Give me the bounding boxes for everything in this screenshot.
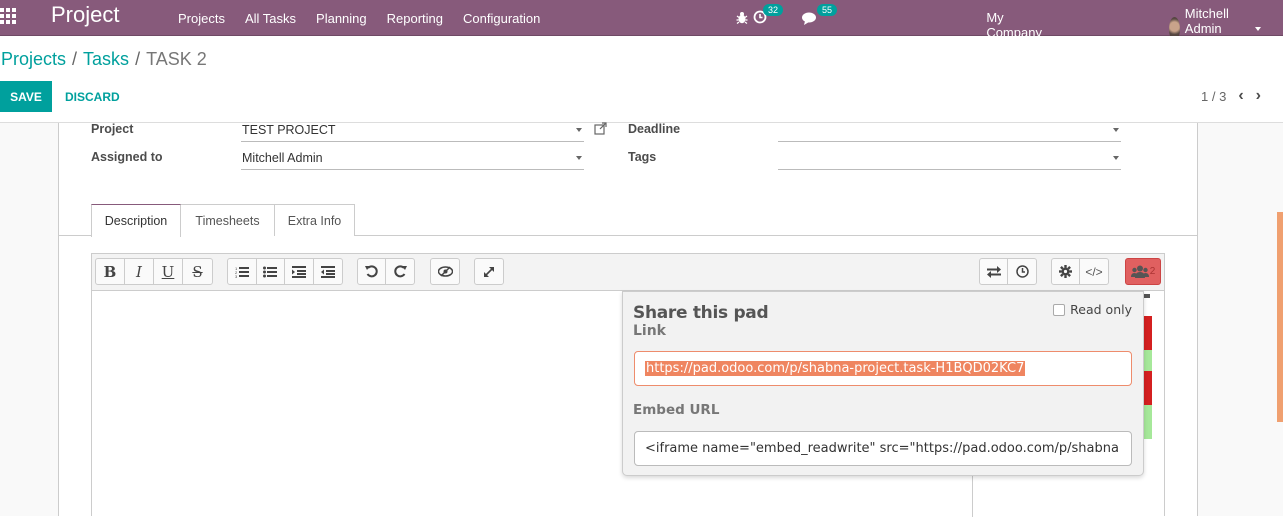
- breadcrumb-tasks[interactable]: Tasks: [83, 49, 129, 69]
- link-value: https://pad.odoo.com/p/shabna-project.ta…: [645, 361, 1026, 376]
- underline-icon[interactable]: U: [154, 259, 183, 284]
- menu-configuration[interactable]: Configuration: [463, 11, 540, 26]
- breadcrumb-separator: /: [135, 49, 141, 69]
- history-group: [357, 258, 415, 285]
- strikethrough-icon[interactable]: S: [183, 259, 212, 284]
- project-field[interactable]: TEST PROJECT: [241, 122, 584, 142]
- users-button[interactable]: 2: [1125, 258, 1161, 285]
- chat-icon: [802, 12, 816, 25]
- import-export-icon[interactable]: [980, 259, 1009, 284]
- settings-gear-icon[interactable]: [1052, 259, 1081, 284]
- menu-projects[interactable]: Projects: [178, 11, 225, 26]
- share-pad-popup: Share this pad Read only Link https://pa…: [622, 291, 1144, 476]
- author-color-green: [1144, 405, 1152, 439]
- deadline-field[interactable]: [778, 122, 1121, 142]
- menu-planning[interactable]: Planning: [316, 11, 367, 26]
- svg-text:3: 3: [235, 274, 238, 278]
- pager-next-icon[interactable]: ›: [1256, 88, 1261, 104]
- editor-toolbar: B I U S 123 </> 2: [92, 254, 1164, 291]
- settings-group: </>: [1051, 258, 1109, 285]
- users-count: 2: [1149, 266, 1156, 277]
- apps-menu-icon[interactable]: [0, 8, 18, 26]
- author-colors-strip: [1144, 294, 1154, 439]
- outdent-icon[interactable]: [314, 259, 342, 284]
- import-history-group: [979, 258, 1037, 285]
- dropdown-caret-icon: [576, 128, 582, 132]
- assigned-to-field[interactable]: Mitchell Admin: [241, 150, 584, 170]
- top-navbar: Project Projects All Tasks Planning Repo…: [0, 0, 1283, 70]
- breadcrumb-separator: /: [72, 49, 78, 69]
- caret-down-icon: [1255, 26, 1261, 31]
- main-menu: Projects All Tasks Planning Reporting Co…: [178, 0, 540, 36]
- read-only-checkbox[interactable]: [1053, 303, 1066, 316]
- assigned-to-value: Mitchell Admin: [242, 151, 323, 165]
- authorship-group: [430, 258, 460, 285]
- redo-icon[interactable]: [386, 259, 414, 284]
- embed-url-value: <iframe name="embed_readwrite" src="http…: [645, 441, 1119, 456]
- strip-marker: [1144, 294, 1150, 298]
- messages-button[interactable]: 55: [802, 4, 838, 32]
- messages-badge: 55: [817, 4, 838, 16]
- tab-description[interactable]: Description: [91, 204, 181, 237]
- breadcrumb-current: TASK 2: [146, 49, 207, 69]
- timeslider-clock-icon[interactable]: [1008, 259, 1036, 284]
- activities-badge: 32: [763, 4, 784, 16]
- list-group: 123: [227, 258, 343, 285]
- pager-value[interactable]: 1 / 3: [1201, 89, 1226, 104]
- link-input[interactable]: https://pad.odoo.com/p/shabna-project.ta…: [634, 351, 1132, 386]
- clear-authorship-eye-icon[interactable]: [431, 259, 459, 284]
- page-scrollbar[interactable]: [1277, 212, 1283, 422]
- deadline-label: Deadline: [628, 122, 681, 136]
- pager: 1 / 3 ‹ ›: [1201, 88, 1261, 104]
- pager-previous-icon[interactable]: ‹: [1238, 88, 1243, 104]
- project-label: Project: [91, 122, 134, 136]
- dropdown-caret-icon: [1113, 156, 1119, 160]
- unordered-list-icon[interactable]: [257, 259, 285, 284]
- save-button[interactable]: SAVE: [0, 81, 52, 112]
- read-only-label: Read only: [1070, 302, 1132, 317]
- author-color-green: [1144, 350, 1152, 371]
- undo-icon[interactable]: [358, 259, 387, 284]
- external-link-icon[interactable]: [594, 122, 607, 135]
- breadcrumb: Projects / Tasks / TASK 2: [1, 49, 207, 70]
- dropdown-caret-icon: [1113, 128, 1119, 132]
- menu-all-tasks[interactable]: All Tasks: [245, 11, 296, 26]
- embed-url-input[interactable]: <iframe name="embed_readwrite" src="http…: [634, 431, 1132, 466]
- fullscreen-group: [474, 258, 504, 285]
- indent-icon[interactable]: [285, 259, 314, 284]
- embed-code-icon[interactable]: </>: [1080, 259, 1108, 284]
- italic-icon[interactable]: I: [125, 259, 154, 284]
- menu-reporting[interactable]: Reporting: [387, 11, 443, 26]
- discard-button[interactable]: DISCARD: [65, 81, 120, 112]
- link-label: Link: [633, 323, 666, 339]
- tags-field[interactable]: [778, 150, 1121, 170]
- assigned-to-label: Assigned to: [91, 150, 163, 164]
- users-icon: [1130, 265, 1149, 278]
- tab-extra-info[interactable]: Extra Info: [275, 204, 355, 236]
- tags-label: Tags: [628, 150, 657, 164]
- ordered-list-icon[interactable]: 123: [228, 259, 257, 284]
- author-color-red: [1144, 316, 1152, 350]
- embed-url-label: Embed URL: [633, 402, 720, 418]
- dropdown-caret-icon: [576, 156, 582, 160]
- read-only-toggle[interactable]: Read only: [1053, 302, 1132, 317]
- project-value: TEST PROJECT: [242, 123, 336, 137]
- text-format-group: B I U S: [95, 258, 213, 285]
- breadcrumb-projects[interactable]: Projects: [1, 49, 66, 69]
- activities-button[interactable]: 32: [753, 4, 784, 32]
- fullscreen-icon[interactable]: [475, 259, 503, 284]
- tab-timesheets[interactable]: Timesheets: [181, 204, 275, 236]
- author-color-red: [1144, 371, 1152, 405]
- share-pad-title: Share this pad: [633, 303, 769, 323]
- debug-bug-icon[interactable]: [736, 11, 748, 24]
- app-title[interactable]: Project: [51, 2, 119, 28]
- bold-icon[interactable]: B: [96, 259, 125, 284]
- control-panel: Projects / Tasks / TASK 2 SAVE DISCARD 1 / 3…: [0, 36, 1283, 123]
